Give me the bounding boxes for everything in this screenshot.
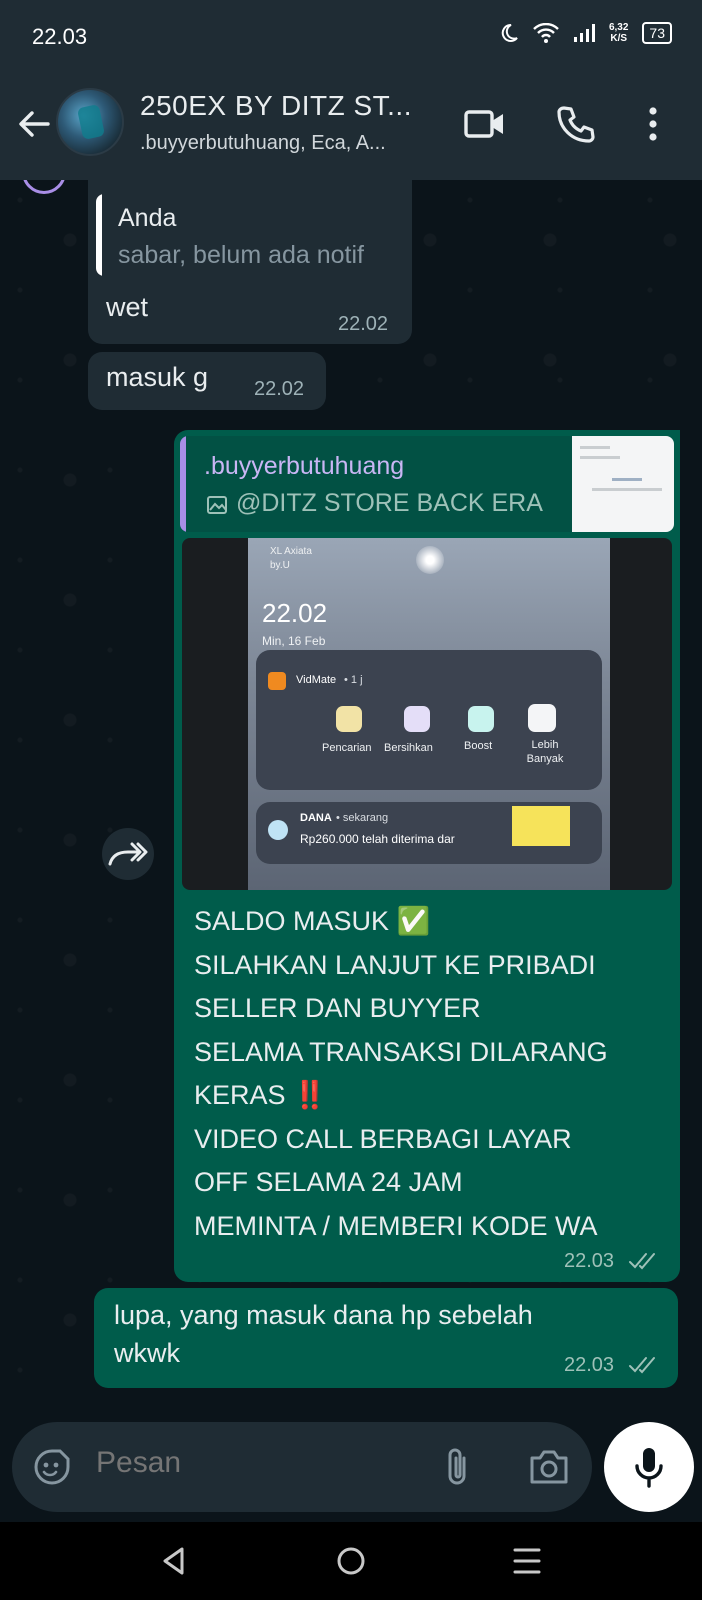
network-speed: 6,32 K/S bbox=[609, 22, 628, 44]
video-call-icon[interactable] bbox=[464, 104, 506, 144]
message-time: 22.02 bbox=[254, 378, 305, 400]
photo-notif-meta: • sekarang bbox=[336, 812, 389, 824]
camera-icon[interactable] bbox=[528, 1448, 570, 1486]
system-navigation-bar bbox=[0, 1522, 702, 1600]
message-line: MEMINTA / MEMBERI KODE WA bbox=[194, 1210, 598, 1241]
chat-header: 250EX BY DITZ ST... .buyyerbutuhuang, Ec… bbox=[0, 70, 702, 180]
message-bubble-incoming[interactable]: masuk g 22.02 bbox=[88, 352, 326, 410]
back-arrow-icon[interactable] bbox=[14, 104, 54, 144]
message-text-block: SALDO MASUK ✅ SILAHKAN LANJUT KE PRIBADI… bbox=[194, 900, 674, 1248]
chat-title[interactable]: 250EX BY DITZ ST... bbox=[140, 90, 412, 122]
signal-icon bbox=[573, 24, 595, 42]
photo-glare bbox=[416, 546, 444, 574]
quoted-message[interactable]: .buyyerbutuhuang @DITZ STORE BACK ERA bbox=[180, 436, 674, 532]
quote-accent-bar bbox=[180, 436, 186, 532]
message-line: VIDEO CALL BERBAGI LAYAR bbox=[194, 1123, 572, 1154]
message-bubble-incoming[interactable]: Anda sabar, belum ada notif wet 22.02 bbox=[88, 176, 412, 344]
message-line: KERAS ‼️ bbox=[194, 1080, 327, 1110]
nav-menu-icon[interactable] bbox=[512, 1546, 542, 1576]
network-speed-value: 6,32 bbox=[608, 22, 629, 33]
forward-button[interactable] bbox=[102, 828, 154, 880]
attachment-icon[interactable] bbox=[444, 1446, 472, 1488]
message-line: SELAMA TRANSAKSI DILARANG bbox=[194, 1036, 608, 1067]
photo-app-name: VidMate bbox=[296, 674, 337, 686]
photo-redaction bbox=[512, 806, 570, 846]
quote-author: Anda bbox=[118, 204, 177, 232]
moon-icon bbox=[501, 23, 518, 42]
photo-app-meta: • 1 j bbox=[344, 674, 363, 686]
voice-message-button[interactable] bbox=[604, 1422, 694, 1512]
message-text: wet bbox=[106, 292, 149, 322]
message-line: SELLER DAN BUYYER bbox=[194, 993, 481, 1023]
message-text: masuk g bbox=[106, 362, 209, 392]
microphone-icon bbox=[635, 1448, 663, 1488]
photo-action-label: Bersihkan bbox=[384, 742, 433, 754]
forward-icon bbox=[108, 842, 148, 866]
battery-icon: 73 bbox=[642, 22, 672, 44]
message-time: 22.03 bbox=[564, 1354, 615, 1376]
photo-dana-notification: DANA • sekarang Rp260.000 telah diterima… bbox=[256, 802, 602, 864]
quote-author: .buyyerbutuhuang bbox=[204, 452, 405, 480]
message-input[interactable] bbox=[96, 1446, 426, 1480]
nav-back-icon[interactable] bbox=[160, 1546, 188, 1576]
group-avatar[interactable] bbox=[56, 88, 124, 156]
read-receipt-icon bbox=[629, 1357, 655, 1374]
status-icons: 6,32 K/S 73 bbox=[499, 22, 672, 44]
photo-carrier-sub: by.U bbox=[270, 560, 290, 571]
read-receipt-icon bbox=[629, 1253, 655, 1270]
image-icon bbox=[207, 496, 227, 514]
sticker-icon[interactable] bbox=[32, 1447, 74, 1487]
photo-action-label: Boost bbox=[464, 740, 493, 752]
message-line: SILAHKAN LANJUT KE PRIBADI bbox=[194, 949, 596, 980]
quote-thumbnail bbox=[572, 436, 674, 532]
photo-action-label: Lebih Banyak bbox=[526, 739, 564, 765]
more-options-icon[interactable] bbox=[646, 104, 660, 144]
screenshot-photo[interactable]: XL Axiata by.U 22.02 Min, 16 Feb VidMate… bbox=[182, 538, 672, 890]
message-bubble-outgoing[interactable]: .buyyerbutuhuang @DITZ STORE BACK ERA XL… bbox=[174, 430, 680, 1282]
photo-carrier: XL Axiata bbox=[270, 546, 312, 557]
quote-accent-bar bbox=[96, 194, 102, 276]
message-line: SALDO MASUK ✅ bbox=[194, 906, 431, 936]
message-time: 22.03 bbox=[564, 1250, 615, 1272]
quote-text: sabar, belum ada notif bbox=[118, 241, 364, 269]
message-composer bbox=[12, 1422, 592, 1512]
message-bubble-outgoing[interactable]: lupa, yang masuk dana hp sebelah wkwk 22… bbox=[94, 1288, 678, 1388]
nav-home-icon[interactable] bbox=[336, 1546, 366, 1576]
quote-text: @DITZ STORE BACK ERA bbox=[236, 489, 543, 517]
quoted-message[interactable]: Anda sabar, belum ada notif bbox=[96, 194, 404, 276]
chat-members[interactable]: .buyyerbutuhuang, Eca, A... bbox=[140, 132, 386, 155]
photo-clock: 22.02 bbox=[262, 598, 328, 628]
photo-notif-app: DANA bbox=[300, 812, 332, 824]
message-line: lupa, yang masuk dana hp sebelah bbox=[114, 1300, 533, 1330]
photo-date: Min, 16 Feb bbox=[262, 634, 326, 648]
voice-call-icon[interactable] bbox=[556, 104, 596, 144]
status-time: 22.03 bbox=[32, 24, 88, 49]
photo-notification-panel: VidMate • 1 j Pencarian Bersihkan Boost … bbox=[256, 650, 602, 790]
network-speed-unit: K/S bbox=[610, 33, 628, 44]
wifi-icon bbox=[533, 23, 559, 43]
status-bar: 22.03 6,32 K/S 73 bbox=[0, 0, 702, 70]
message-line: OFF SELAMA 24 JAM bbox=[194, 1167, 463, 1197]
photo-action-label: Pencarian bbox=[322, 742, 372, 754]
phone-screen: XL Axiata by.U 22.02 Min, 16 Feb VidMate… bbox=[248, 538, 610, 890]
message-time: 22.02 bbox=[338, 313, 389, 335]
photo-notif-text: Rp260.000 telah diterima dar bbox=[300, 832, 455, 846]
message-line: wkwk bbox=[114, 1338, 180, 1368]
